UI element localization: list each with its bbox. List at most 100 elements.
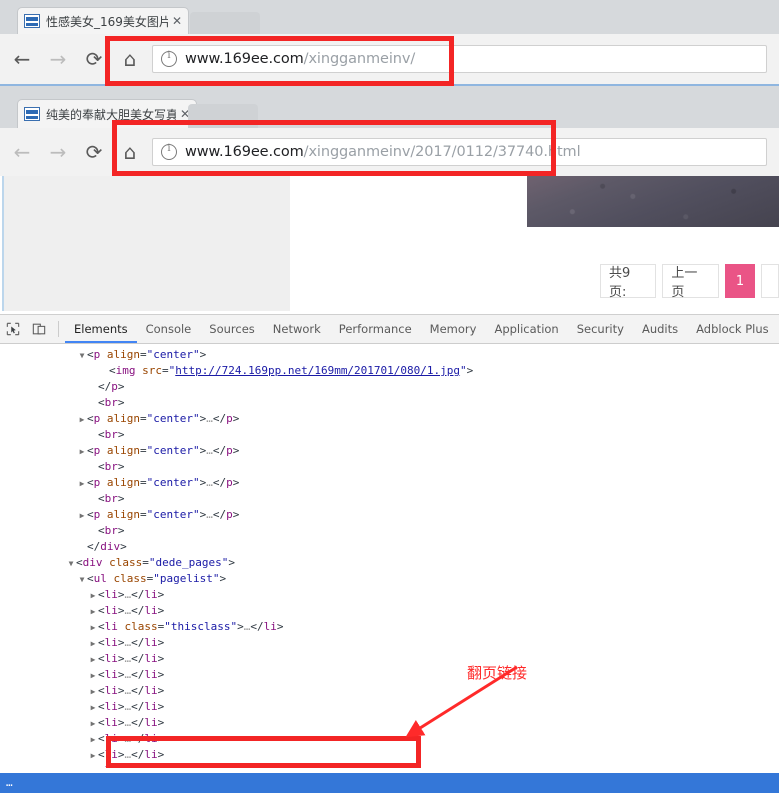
chevron-right-icon[interactable] bbox=[77, 412, 87, 428]
chevron-down-icon[interactable] bbox=[77, 572, 87, 588]
devtools-tab-security[interactable]: Security bbox=[568, 316, 633, 343]
chevron-right-icon[interactable] bbox=[88, 732, 98, 748]
browser-tab-title: 纯美的奉献大胆美女写真至 bbox=[46, 107, 176, 122]
chevron-down-icon[interactable] bbox=[77, 348, 87, 364]
dom-node[interactable]: <li>…</li> bbox=[0, 731, 779, 747]
chevron-right-icon[interactable] bbox=[88, 588, 98, 604]
forward-icon[interactable]: → bbox=[44, 138, 72, 166]
chevron-right-icon[interactable] bbox=[88, 636, 98, 652]
address-bar-window-one[interactable]: www.169ee.com/xingganmeinv/ bbox=[152, 45, 767, 73]
tab-strip-window-one: 性感美女_169美女图片 ✕ bbox=[0, 0, 779, 34]
dom-node-markup: <br> bbox=[98, 460, 125, 473]
back-icon[interactable]: ← bbox=[8, 45, 36, 73]
back-icon[interactable]: ← bbox=[8, 138, 36, 166]
dom-node[interactable]: <br> bbox=[0, 523, 779, 539]
dom-node[interactable]: <br> bbox=[0, 491, 779, 507]
dom-node[interactable]: <br> bbox=[0, 395, 779, 411]
dom-node[interactable]: <li>…</li> bbox=[0, 715, 779, 731]
dom-node[interactable]: <ul class="pagelist"> bbox=[0, 571, 779, 587]
dom-node[interactable]: </div> bbox=[0, 539, 779, 555]
chevron-right-icon[interactable] bbox=[88, 620, 98, 636]
dom-node[interactable]: <li>…</li> bbox=[0, 635, 779, 651]
chevron-right-icon[interactable] bbox=[88, 748, 98, 764]
devtools-tab-performance[interactable]: Performance bbox=[330, 316, 421, 343]
chevron-right-icon[interactable] bbox=[77, 508, 87, 524]
devtools-tab-network[interactable]: Network bbox=[264, 316, 330, 343]
breadcrumb[interactable]: … bbox=[0, 773, 779, 793]
dom-node[interactable]: <li>…</li> bbox=[0, 699, 779, 715]
devtools-tab-sources[interactable]: Sources bbox=[200, 316, 264, 343]
dom-node-markup: <p align="center">…</p> bbox=[87, 412, 240, 425]
devtools-panel: Elements Console Sources Network Performance… bbox=[0, 314, 779, 793]
dom-node[interactable]: <li>…</li> bbox=[0, 763, 779, 768]
dom-node-markup: <li>…</li> bbox=[98, 588, 165, 601]
devtools-tab-audits[interactable]: Audits bbox=[633, 316, 687, 343]
pagination-button[interactable]: 共9页: bbox=[600, 264, 657, 300]
chevron-right-icon[interactable] bbox=[88, 700, 98, 716]
dom-node-markup: <p align="center">…</p> bbox=[87, 444, 240, 457]
devtools-tab-memory[interactable]: Memory bbox=[421, 316, 486, 343]
chevron-right-icon[interactable] bbox=[88, 604, 98, 620]
reload-icon[interactable]: ⟳ bbox=[80, 138, 108, 166]
devtools-tab-console[interactable]: Console bbox=[137, 316, 201, 343]
devtools-tab-application[interactable]: Application bbox=[485, 316, 567, 343]
info-circle-icon[interactable] bbox=[161, 50, 177, 67]
dom-node[interactable]: <div class="dede_pages"> bbox=[0, 555, 779, 571]
chevron-right-icon[interactable] bbox=[77, 476, 87, 492]
home-icon[interactable]: ⌂ bbox=[116, 138, 144, 166]
dom-node[interactable]: <p align="center">…</p> bbox=[0, 507, 779, 523]
dom-node-markup: </p> bbox=[98, 380, 125, 393]
pagination-button[interactable] bbox=[761, 264, 779, 298]
browser-tab-window-two[interactable]: 纯美的奉献大胆美女写真至 ✕ bbox=[18, 100, 196, 128]
close-icon[interactable]: ✕ bbox=[172, 15, 182, 27]
chevron-down-icon[interactable] bbox=[66, 556, 76, 572]
dom-node[interactable]: <li>…</li> bbox=[0, 667, 779, 683]
chevron-right-icon[interactable] bbox=[88, 668, 98, 684]
dom-node-markup: <li>…</li> bbox=[98, 748, 165, 761]
device-toolbar-icon[interactable] bbox=[26, 316, 52, 342]
dom-node-markup: <p align="center">…</p> bbox=[87, 476, 240, 489]
dom-node[interactable]: </p> bbox=[0, 379, 779, 395]
dom-node-markup: <img src="http://724.169pp.net/169mm/201… bbox=[109, 364, 474, 377]
dom-node[interactable]: <li>…</li> bbox=[0, 651, 779, 667]
pagination-button[interactable]: 上一页 bbox=[662, 264, 719, 300]
tab-strip-window-two: 纯美的奉献大胆美女写真至 ✕ bbox=[0, 96, 779, 128]
forward-icon[interactable]: → bbox=[44, 45, 72, 73]
chevron-right-icon[interactable] bbox=[88, 716, 98, 732]
dom-node[interactable]: <p align="center">…</p> bbox=[0, 443, 779, 459]
dom-node-markup: <p align="center">…</p> bbox=[87, 508, 240, 521]
home-icon[interactable]: ⌂ bbox=[116, 45, 144, 73]
address-bar-host: www.169ee.com bbox=[185, 144, 304, 160]
chevron-right-icon[interactable] bbox=[88, 684, 98, 700]
dom-node[interactable]: <br> bbox=[0, 459, 779, 475]
chevron-right-icon[interactable] bbox=[88, 764, 98, 768]
dom-node[interactable]: <p align="center"> bbox=[0, 347, 779, 363]
dom-node[interactable]: <li>…</li> bbox=[0, 603, 779, 619]
address-bar-window-two[interactable]: www.169ee.com/xingganmeinv/2017/0112/377… bbox=[152, 138, 767, 166]
dom-node[interactable]: <li>…</li> bbox=[0, 587, 779, 603]
chevron-right-icon[interactable] bbox=[77, 444, 87, 460]
dom-node[interactable]: <img src="http://724.169pp.net/169mm/201… bbox=[0, 363, 779, 379]
dom-node[interactable]: <li>…</li> bbox=[0, 683, 779, 699]
info-circle-icon[interactable] bbox=[161, 143, 177, 160]
dom-node[interactable]: <p align="center">…</p> bbox=[0, 411, 779, 427]
chevron-right-icon[interactable] bbox=[88, 652, 98, 668]
dom-node[interactable]: <li>…</li> bbox=[0, 747, 779, 763]
pagination-current-page[interactable]: 1 bbox=[725, 264, 755, 298]
dom-node[interactable]: <br> bbox=[0, 427, 779, 443]
devtools-tab-elements[interactable]: Elements bbox=[65, 316, 137, 343]
new-tab-placeholder[interactable] bbox=[188, 104, 258, 128]
devtools-tab-adblock-plus[interactable]: Adblock Plus bbox=[687, 316, 778, 343]
dom-node-markup: <ul class="pagelist"> bbox=[87, 572, 227, 585]
inspect-element-icon[interactable] bbox=[0, 316, 26, 342]
address-bar-url: www.169ee.com/xingganmeinv/ bbox=[185, 51, 415, 67]
dom-node-markup: <li>…</li> bbox=[98, 636, 165, 649]
dom-tree-view[interactable]: <p align="center"> <img src="http://724.1… bbox=[0, 343, 779, 768]
dom-node[interactable]: <p align="center">…</p> bbox=[0, 475, 779, 491]
browser-tab-window-one[interactable]: 性感美女_169美女图片 ✕ bbox=[18, 8, 188, 34]
dom-node-markup: <li>…</li> bbox=[98, 700, 165, 713]
reload-icon[interactable]: ⟳ bbox=[80, 45, 108, 73]
dom-node[interactable]: <li class="thisclass">…</li> bbox=[0, 619, 779, 635]
browser-window-front: 纯美的奉献大胆美女写真至 ✕ ← → ⟳ ⌂ www.169ee.com/xin… bbox=[0, 96, 779, 314]
new-tab-placeholder[interactable] bbox=[190, 12, 260, 34]
